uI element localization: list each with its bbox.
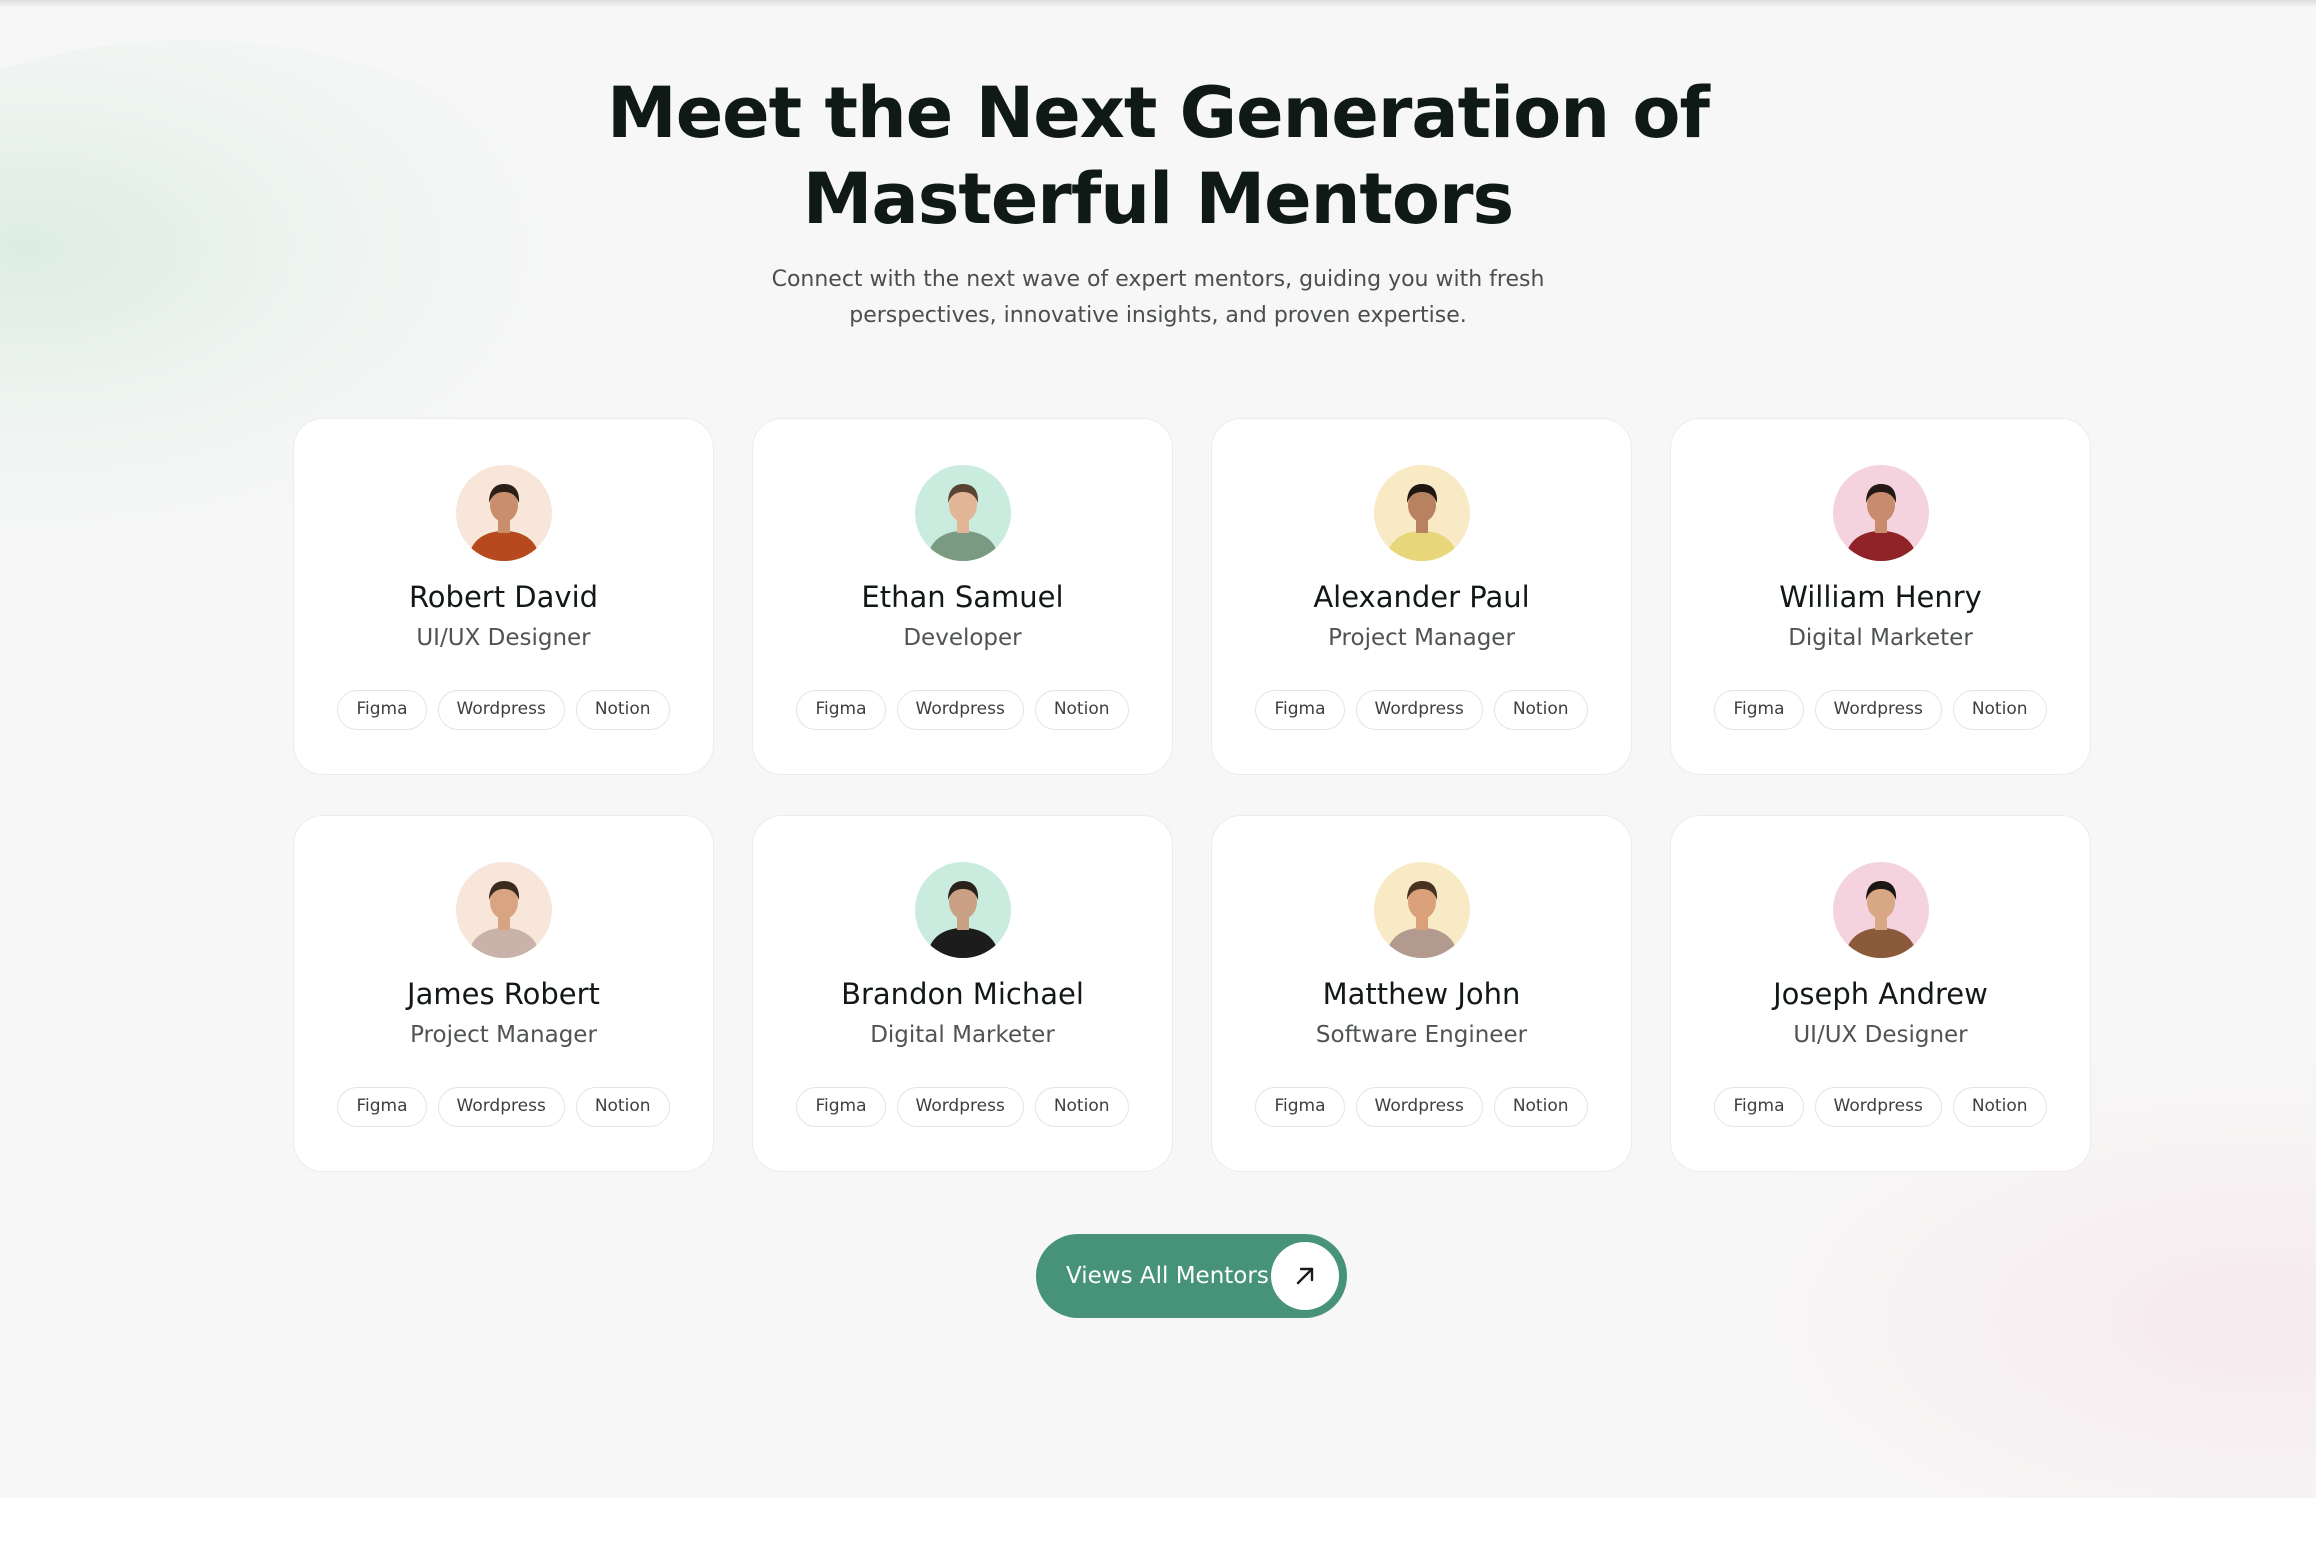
mentor-name: James Robert bbox=[407, 977, 600, 1011]
skill-tag[interactable]: Wordpress bbox=[437, 690, 565, 730]
view-all-mentors-button[interactable]: Views All Mentors bbox=[1036, 1234, 1347, 1318]
skill-tag[interactable]: Wordpress bbox=[1814, 1087, 1942, 1127]
skill-tag[interactable]: Notion bbox=[1034, 1087, 1129, 1127]
mentor-avatar bbox=[1373, 465, 1470, 561]
mentor-name: Ethan Samuel bbox=[861, 580, 1064, 614]
mentor-avatar bbox=[1373, 862, 1470, 958]
mentor-name: Joseph Andrew bbox=[1773, 977, 1988, 1011]
mentor-name: Alexander Paul bbox=[1313, 580, 1530, 614]
mentor-role: Project Manager bbox=[410, 1022, 597, 1048]
mentor-card[interactable]: Ethan Samuel Developer Figma Wordpress Notio… bbox=[752, 418, 1173, 775]
mentor-grid: Robert David UI/UX Designer Figma Wordpress… bbox=[293, 418, 2091, 1172]
skill-tag[interactable]: Notion bbox=[1493, 1087, 1588, 1127]
mentor-card[interactable]: Robert David UI/UX Designer Figma Wordpress… bbox=[293, 418, 714, 775]
mentor-card[interactable]: William Henry Digital Marketer Figma Wordpr… bbox=[1670, 418, 2091, 775]
skill-tag[interactable]: Figma bbox=[1714, 1087, 1804, 1127]
mentor-role: UI/UX Designer bbox=[1793, 1022, 1968, 1048]
skill-tag[interactable]: Notion bbox=[575, 690, 670, 730]
mentor-card[interactable]: Brandon Michael Digital Marketer Figma Word… bbox=[752, 815, 1173, 1172]
skill-tag[interactable]: Wordpress bbox=[1355, 1087, 1483, 1127]
mentor-role: Project Manager bbox=[1328, 625, 1515, 651]
mentor-role: Software Engineer bbox=[1315, 1022, 1528, 1048]
skill-tag[interactable]: Figma bbox=[1714, 690, 1804, 730]
mentor-skill-tags: Figma Wordpress Notion bbox=[1671, 1087, 2090, 1127]
skill-tag[interactable]: Wordpress bbox=[1814, 690, 1942, 730]
skill-tag[interactable]: Wordpress bbox=[896, 1087, 1024, 1127]
mentor-avatar bbox=[1832, 862, 1929, 958]
skill-tag[interactable]: Figma bbox=[337, 1087, 427, 1127]
mentor-role: Digital Marketer bbox=[1788, 625, 1973, 651]
mentor-name: Brandon Michael bbox=[841, 977, 1084, 1011]
skill-tag[interactable]: Figma bbox=[796, 690, 886, 730]
skill-tag[interactable]: Notion bbox=[1034, 690, 1129, 730]
mentor-card[interactable]: Joseph Andrew UI/UX Designer Figma Wordpres… bbox=[1670, 815, 2091, 1172]
mentor-role: Digital Marketer bbox=[870, 1022, 1055, 1048]
mentor-avatar bbox=[1832, 465, 1929, 561]
mentor-avatar bbox=[914, 465, 1011, 561]
mentor-card[interactable]: Alexander Paul Project Manager Figma Wordpr… bbox=[1211, 418, 1632, 775]
section-heading: Meet the Next Generation of Masterful Me… bbox=[0, 70, 2316, 242]
mentor-role: Developer bbox=[903, 625, 1022, 651]
skill-tag[interactable]: Figma bbox=[1255, 690, 1345, 730]
mentor-skill-tags: Figma Wordpress Notion bbox=[294, 690, 713, 730]
skill-tag[interactable]: Wordpress bbox=[896, 690, 1024, 730]
skill-tag[interactable]: Notion bbox=[1493, 690, 1588, 730]
mentor-skill-tags: Figma Wordpress Notion bbox=[1212, 1087, 1631, 1127]
mentor-skill-tags: Figma Wordpress Notion bbox=[294, 1087, 713, 1127]
mentor-name: Robert David bbox=[408, 580, 599, 614]
subtitle-line-2: perspectives, innovative insights, and p… bbox=[849, 303, 1467, 328]
subtitle-line-1: Connect with the next wave of expert men… bbox=[771, 267, 1545, 292]
skill-tag[interactable]: Figma bbox=[1255, 1087, 1345, 1127]
section-subtitle: Connect with the next wave of expert men… bbox=[0, 262, 2316, 334]
skill-tag[interactable]: Notion bbox=[1952, 690, 2047, 730]
mentor-card[interactable]: Matthew John Software Engineer Figma Wordpr… bbox=[1211, 815, 1632, 1172]
view-all-mentors-label: Views All Mentors bbox=[1066, 1263, 1269, 1289]
skill-tag[interactable]: Wordpress bbox=[437, 1087, 565, 1127]
mentor-skill-tags: Figma Wordpress Notion bbox=[1212, 690, 1631, 730]
mentor-name: William Henry bbox=[1779, 580, 1982, 614]
skill-tag[interactable]: Figma bbox=[796, 1087, 886, 1127]
arrow-up-right-icon bbox=[1271, 1242, 1339, 1310]
mentor-skill-tags: Figma Wordpress Notion bbox=[753, 1087, 1172, 1127]
skill-tag[interactable]: Figma bbox=[337, 690, 427, 730]
skill-tag[interactable]: Notion bbox=[1952, 1087, 2047, 1127]
mentor-avatar bbox=[455, 465, 552, 561]
heading-line-2: Masterful Mentors bbox=[802, 158, 1514, 240]
mentor-name: Matthew John bbox=[1322, 977, 1521, 1011]
heading-line-1: Meet the Next Generation of bbox=[607, 72, 1710, 154]
mentor-skill-tags: Figma Wordpress Notion bbox=[753, 690, 1172, 730]
skill-tag[interactable]: Notion bbox=[575, 1087, 670, 1127]
mentors-section: Meet the Next Generation of Masterful Me… bbox=[0, 0, 2316, 1498]
mentor-card[interactable]: James Robert Project Manager Figma Wordpres… bbox=[293, 815, 714, 1172]
skill-tag[interactable]: Wordpress bbox=[1355, 690, 1483, 730]
mentor-avatar bbox=[455, 862, 552, 958]
mentor-skill-tags: Figma Wordpress Notion bbox=[1671, 690, 2090, 730]
mentor-role: UI/UX Designer bbox=[416, 625, 591, 651]
mentor-avatar bbox=[914, 862, 1011, 958]
header-shadow bbox=[0, 0, 2316, 8]
